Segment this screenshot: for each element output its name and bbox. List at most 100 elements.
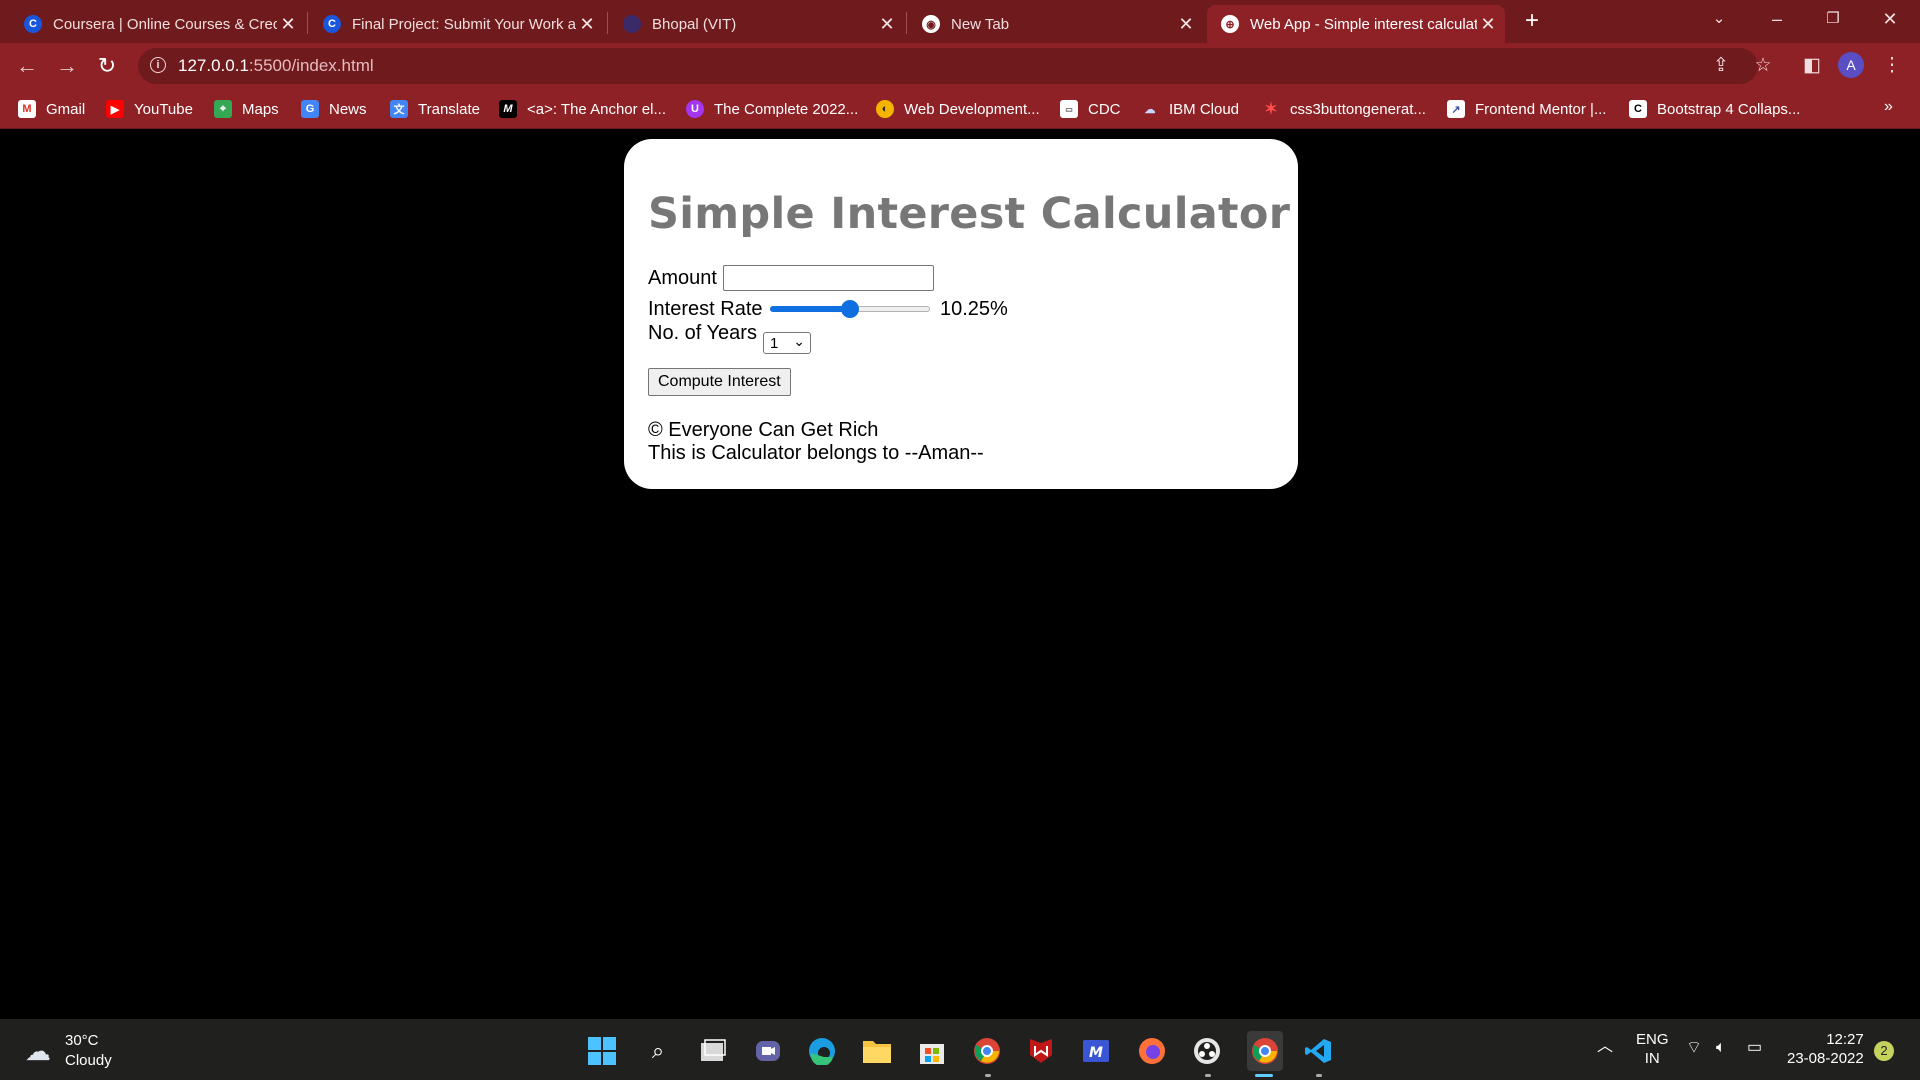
show-hidden-icons-chevron-icon[interactable]: ︿ bbox=[1597, 1037, 1613, 1056]
restore-button[interactable]: ❐ bbox=[1809, 0, 1857, 38]
tab-bhopal-vit[interactable]: Bhopal (VIT) ✕ bbox=[609, 5, 904, 43]
bookmark-news[interactable]: G News bbox=[301, 98, 367, 120]
tab-divider bbox=[607, 12, 608, 34]
tab-divider bbox=[307, 12, 308, 34]
url-path: :5500/index.html bbox=[248, 56, 374, 75]
wifi-icon[interactable]: ⌔ bbox=[1686, 1038, 1702, 1057]
tab-search-chevron-icon[interactable]: ⌄ bbox=[1695, 0, 1743, 38]
youtube-icon: ▶ bbox=[106, 100, 124, 118]
footer-owner: This is Calculator belongs to --Aman-- bbox=[648, 442, 984, 464]
bookmark-cdc[interactable]: ▭ CDC bbox=[1060, 98, 1121, 120]
close-tab-icon[interactable]: ✕ bbox=[277, 14, 299, 35]
translate-icon: 文 bbox=[390, 100, 408, 118]
tab-title: Bhopal (VIT) bbox=[652, 15, 737, 33]
close-tab-icon[interactable]: ✕ bbox=[1477, 14, 1499, 35]
tab-web-app[interactable]: ⊕ Web App - Simple interest calculator ✕ bbox=[1207, 5, 1505, 43]
language-code: ENG bbox=[1636, 1031, 1669, 1048]
bookmark-label: <a>: The Anchor el... bbox=[527, 100, 666, 118]
bookmark-label: Bootstrap 4 Collaps... bbox=[1657, 100, 1801, 118]
bookmark-ibm-cloud[interactable]: ☁ IBM Cloud bbox=[1141, 98, 1240, 120]
search-icon[interactable]: ⌕ bbox=[642, 1035, 674, 1067]
globe-icon: ⊕ bbox=[1221, 15, 1239, 33]
chrome-icon: ◉ bbox=[922, 15, 940, 33]
bookmark-frontend-mentor[interactable]: ↗ Frontend Mentor |... bbox=[1447, 98, 1606, 120]
interest-rate-slider[interactable] bbox=[770, 299, 930, 319]
mdn-icon: M bbox=[499, 100, 517, 118]
weather-widget[interactable]: 30°C Cloudy bbox=[65, 1031, 112, 1071]
close-tab-icon[interactable]: ✕ bbox=[576, 14, 598, 35]
side-panel-icon[interactable]: ◧ bbox=[1797, 51, 1827, 81]
bookmark-css3buttongenerator[interactable]: ✶ css3buttongenerat... bbox=[1262, 98, 1426, 120]
bookmark-translate[interactable]: 文 Translate bbox=[390, 98, 480, 120]
task-view-icon[interactable] bbox=[697, 1035, 729, 1067]
years-select[interactable]: 1 ⌄ bbox=[763, 332, 811, 354]
teams-chat-icon[interactable] bbox=[752, 1035, 784, 1067]
years-label: No. of Years bbox=[648, 322, 757, 344]
close-window-button[interactable]: ✕ bbox=[1866, 0, 1914, 38]
bookmark-maps[interactable]: ⌖ Maps bbox=[214, 98, 279, 120]
start-windows-icon[interactable] bbox=[586, 1035, 618, 1067]
tab-title: Web App - Simple interest calculator bbox=[1250, 15, 1477, 33]
web-dev-icon: ◐ bbox=[876, 100, 894, 118]
bookmark-star-icon[interactable]: ☆ bbox=[1748, 51, 1778, 81]
notification-badge[interactable]: 2 bbox=[1874, 1041, 1894, 1061]
menu-kebab-icon[interactable]: ⋮ bbox=[1877, 51, 1907, 81]
language-indicator[interactable]: ENG IN bbox=[1636, 1030, 1669, 1068]
firefox-icon[interactable] bbox=[1136, 1035, 1168, 1067]
cdc-icon: ▭ bbox=[1060, 100, 1078, 118]
weather-temperature: 30°C bbox=[65, 1032, 99, 1049]
powerapps-icon[interactable]: M bbox=[1080, 1035, 1112, 1067]
tab-new-tab[interactable]: ◉ New Tab ✕ bbox=[908, 5, 1203, 43]
vscode-icon[interactable] bbox=[1302, 1035, 1334, 1067]
forward-icon[interactable]: → bbox=[52, 51, 82, 81]
bookmark-label: Gmail bbox=[46, 100, 86, 118]
address-bar[interactable]: i 127.0.0.1:5500/index.html ⇪ ☆ bbox=[138, 48, 1772, 84]
tab-coursera[interactable]: C Coursera | Online Courses & Credential… bbox=[10, 5, 305, 43]
bookmark-label: CDC bbox=[1088, 100, 1121, 118]
slider-thumb[interactable] bbox=[841, 300, 859, 318]
cloudy-weather-icon[interactable]: ☁ bbox=[22, 1035, 54, 1067]
vit-icon bbox=[623, 15, 641, 33]
profile-avatar[interactable]: A bbox=[1838, 52, 1864, 78]
volume-icon[interactable]: 🔈︎ bbox=[1716, 1038, 1726, 1057]
edge-icon[interactable] bbox=[806, 1035, 838, 1067]
back-icon[interactable]: ← bbox=[12, 51, 42, 81]
bootstrap-icon: C bbox=[1629, 100, 1647, 118]
taskbar: ☁ 30°C Cloudy ⌕ M ︿ ENG IN ⌔ 🔈︎ ▭ 12:27 … bbox=[0, 1019, 1920, 1080]
gmail-icon: M bbox=[18, 100, 36, 118]
bookmarks-bar: M Gmail ▶ YouTube ⌖ Maps G News 文 Translate M… bbox=[0, 89, 1920, 129]
battery-icon[interactable]: ▭ bbox=[1747, 1038, 1762, 1057]
bookmark-udemy[interactable]: U The Complete 2022... bbox=[686, 98, 858, 120]
minimize-button[interactable]: – bbox=[1753, 0, 1801, 38]
bookmark-youtube[interactable]: ▶ YouTube bbox=[106, 98, 193, 120]
compute-interest-button[interactable]: Compute Interest bbox=[648, 368, 791, 396]
new-tab-button[interactable]: + bbox=[1519, 6, 1545, 36]
share-icon[interactable]: ⇪ bbox=[1706, 51, 1736, 81]
more-bookmarks-icon[interactable]: » bbox=[1884, 98, 1893, 116]
bookmark-web-development[interactable]: ◐ Web Development... bbox=[876, 98, 1040, 120]
coursera-icon: C bbox=[24, 15, 42, 33]
obs-studio-icon[interactable] bbox=[1191, 1035, 1223, 1067]
bookmark-label: css3buttongenerat... bbox=[1290, 100, 1426, 118]
microsoft-store-icon[interactable] bbox=[916, 1035, 948, 1067]
bookmark-gmail[interactable]: M Gmail bbox=[18, 98, 85, 120]
interest-rate-label: Interest Rate bbox=[648, 298, 763, 320]
site-info-icon[interactable]: i bbox=[150, 57, 166, 73]
mcafee-icon[interactable] bbox=[1025, 1035, 1057, 1067]
bookmark-mdn-anchor[interactable]: M <a>: The Anchor el... bbox=[499, 98, 666, 120]
bookmark-label: Web Development... bbox=[904, 100, 1040, 118]
url-text[interactable]: 127.0.0.1:5500/index.html bbox=[178, 56, 374, 76]
clock[interactable]: 12:27 23-08-2022 bbox=[1787, 1030, 1864, 1068]
file-explorer-icon[interactable] bbox=[861, 1035, 893, 1067]
bookmark-bootstrap[interactable]: C Bootstrap 4 Collaps... bbox=[1629, 98, 1800, 120]
close-tab-icon[interactable]: ✕ bbox=[1175, 14, 1197, 35]
chrome-profile-icon[interactable] bbox=[971, 1035, 1003, 1067]
reload-icon[interactable]: ↻ bbox=[92, 51, 122, 81]
running-indicator bbox=[1205, 1074, 1211, 1077]
chrome-active-icon[interactable] bbox=[1247, 1031, 1283, 1071]
amount-input[interactable] bbox=[723, 265, 934, 291]
close-tab-icon[interactable]: ✕ bbox=[876, 14, 898, 35]
bookmark-label: Maps bbox=[242, 100, 279, 118]
frontend-mentor-icon: ↗ bbox=[1447, 100, 1465, 118]
tab-final-project[interactable]: C Final Project: Submit Your Work and Gr… bbox=[309, 5, 604, 43]
